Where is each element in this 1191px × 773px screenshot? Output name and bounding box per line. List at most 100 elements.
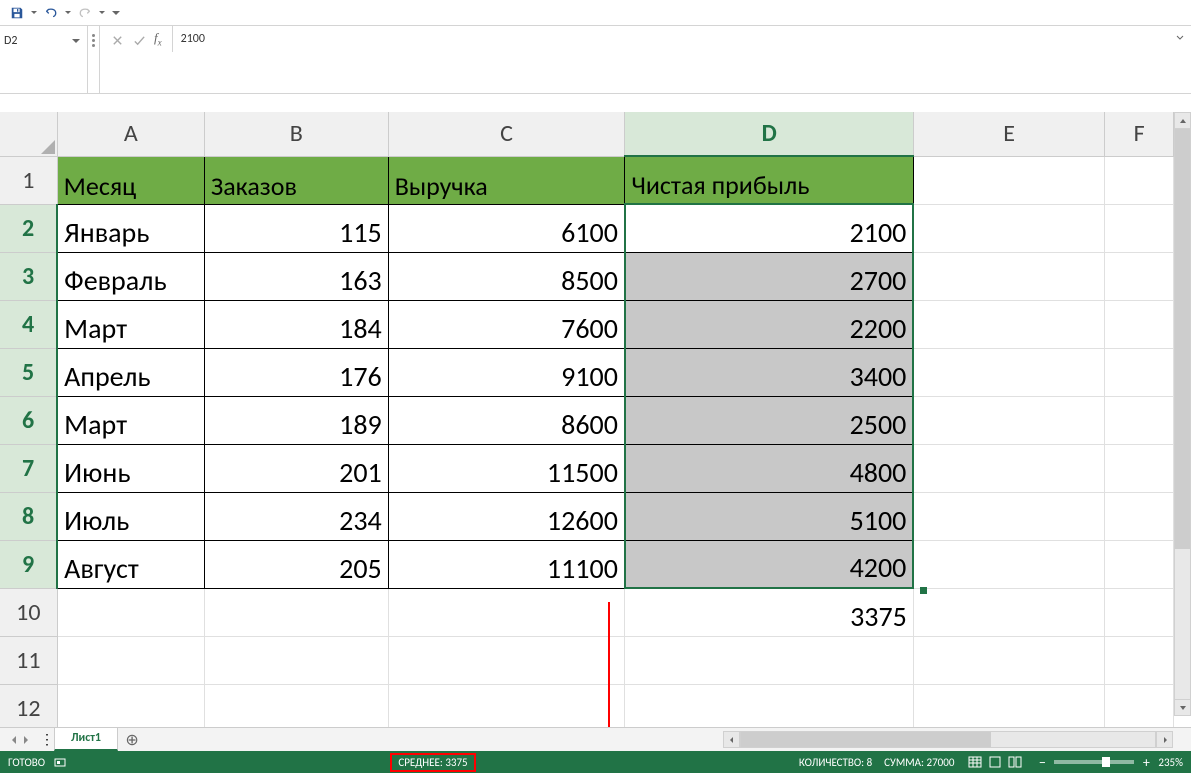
zoom-out-button[interactable]: − [1036, 756, 1048, 768]
cell-E12[interactable] [913, 684, 1104, 727]
cell-A12[interactable] [57, 684, 204, 727]
cancel-formula-button[interactable] [106, 30, 128, 50]
qat-customize[interactable] [112, 2, 120, 24]
cell-B12[interactable] [204, 684, 388, 727]
cell-C9[interactable]: 11100 [388, 540, 625, 588]
cell-D3[interactable]: 2700 [625, 252, 913, 300]
cell-A9[interactable]: Август [57, 540, 204, 588]
redo-button[interactable] [74, 2, 96, 24]
fill-handle[interactable] [920, 587, 927, 594]
row-header-9[interactable]: 9 [0, 540, 57, 588]
cell-F2[interactable] [1105, 204, 1174, 252]
cell-F1[interactable] [1105, 156, 1174, 204]
row-header-12[interactable]: 12 [0, 684, 57, 727]
vscroll-track[interactable] [1174, 129, 1191, 699]
row-header-1[interactable]: 1 [0, 156, 57, 204]
cell-F7[interactable] [1105, 444, 1174, 492]
cell-D1[interactable]: Чистая прибыль [625, 156, 913, 204]
view-normal-button[interactable] [966, 754, 984, 770]
tab-nav-buttons[interactable] [0, 728, 40, 751]
cell-C2[interactable]: 6100 [388, 204, 625, 252]
vscroll-up-button[interactable] [1174, 112, 1191, 129]
cell-D2[interactable]: 2100 [625, 204, 913, 252]
cell-E4[interactable] [913, 300, 1104, 348]
add-sheet-button[interactable]: ⊕ [118, 728, 146, 751]
cell-E5[interactable] [913, 348, 1104, 396]
save-button[interactable] [6, 2, 28, 24]
enter-formula-button[interactable] [128, 30, 150, 50]
cell-F11[interactable] [1105, 636, 1174, 684]
cell-A11[interactable] [57, 636, 204, 684]
cell-C5[interactable]: 9100 [388, 348, 625, 396]
cell-B7[interactable]: 201 [204, 444, 388, 492]
zoom-in-button[interactable]: + [1140, 756, 1152, 768]
cell-C4[interactable]: 7600 [388, 300, 625, 348]
cell-A4[interactable]: Март [57, 300, 204, 348]
cell-E10[interactable] [913, 588, 1104, 636]
cell-A1[interactable]: Месяц [57, 156, 204, 204]
cell-C1[interactable]: Выручка [388, 156, 625, 204]
vertical-scrollbar[interactable] [1174, 112, 1191, 716]
cell-E9[interactable] [913, 540, 1104, 588]
name-box-dropdown[interactable] [69, 39, 83, 43]
undo-dropdown[interactable] [64, 2, 72, 24]
cell-A10[interactable] [57, 588, 204, 636]
cell-F4[interactable] [1105, 300, 1174, 348]
cell-D8[interactable]: 5100 [625, 492, 913, 540]
cell-E7[interactable] [913, 444, 1104, 492]
row-header-2[interactable]: 2 [0, 204, 57, 252]
cell-D4[interactable]: 2200 [625, 300, 913, 348]
cell-F10[interactable] [1105, 588, 1174, 636]
name-box[interactable]: D2 [0, 26, 88, 93]
cell-B2[interactable]: 115 [204, 204, 388, 252]
cell-C12[interactable] [388, 684, 625, 727]
cell-D10[interactable]: 3375 [625, 588, 913, 636]
cell-B3[interactable]: 163 [204, 252, 388, 300]
redo-dropdown[interactable] [98, 2, 106, 24]
cell-D9[interactable]: 4200 [625, 540, 913, 588]
cell-B8[interactable]: 234 [204, 492, 388, 540]
formula-bar-grip[interactable] [88, 26, 100, 93]
cell-B6[interactable]: 189 [204, 396, 388, 444]
col-header-E[interactable]: E [913, 112, 1104, 156]
cell-A2[interactable]: Январь [57, 204, 204, 252]
row-header-4[interactable]: 4 [0, 300, 57, 348]
worksheet-grid[interactable]: A B C D E F 1 Месяц Заказов Выручка Чист… [0, 112, 1174, 727]
cell-B1[interactable]: Заказов [204, 156, 388, 204]
cell-B4[interactable]: 184 [204, 300, 388, 348]
horizontal-scrollbar[interactable] [723, 731, 1173, 748]
vscroll-thumb[interactable] [1175, 129, 1190, 549]
col-header-C[interactable]: C [388, 112, 625, 156]
cell-D7[interactable]: 4800 [625, 444, 913, 492]
row-header-8[interactable]: 8 [0, 492, 57, 540]
cell-B9[interactable]: 205 [204, 540, 388, 588]
cell-C3[interactable]: 8500 [388, 252, 625, 300]
hscroll-left-button[interactable] [723, 731, 740, 748]
cell-E11[interactable] [913, 636, 1104, 684]
formula-bar-expand-icon[interactable] [1175, 32, 1185, 46]
col-header-A[interactable]: A [57, 112, 204, 156]
insert-function-button[interactable]: fx [150, 30, 166, 48]
cell-A8[interactable]: Июль [57, 492, 204, 540]
select-all-button[interactable] [0, 112, 57, 156]
zoom-slider[interactable] [1054, 760, 1134, 764]
cell-F6[interactable] [1105, 396, 1174, 444]
tab-strip-grip[interactable]: ⋮ [40, 728, 54, 751]
cell-D12[interactable] [625, 684, 913, 727]
hscroll-track[interactable] [740, 731, 1156, 748]
formula-bar-input[interactable]: 2100 [173, 26, 1191, 93]
cell-C6[interactable]: 8600 [388, 396, 625, 444]
sheet-tab-active[interactable]: Лист1 [54, 727, 118, 751]
cell-C10[interactable] [388, 588, 625, 636]
cell-B5[interactable]: 176 [204, 348, 388, 396]
zoom-level[interactable]: 235% [1158, 756, 1183, 769]
vscroll-down-button[interactable] [1174, 699, 1191, 716]
cell-C8[interactable]: 12600 [388, 492, 625, 540]
cell-D5[interactable]: 3400 [625, 348, 913, 396]
col-header-D[interactable]: D [625, 112, 913, 156]
macro-record-icon[interactable] [53, 755, 67, 769]
view-page-layout-button[interactable] [986, 754, 1004, 770]
cell-F8[interactable] [1105, 492, 1174, 540]
save-dropdown[interactable] [30, 2, 38, 24]
cell-A5[interactable]: Апрель [57, 348, 204, 396]
